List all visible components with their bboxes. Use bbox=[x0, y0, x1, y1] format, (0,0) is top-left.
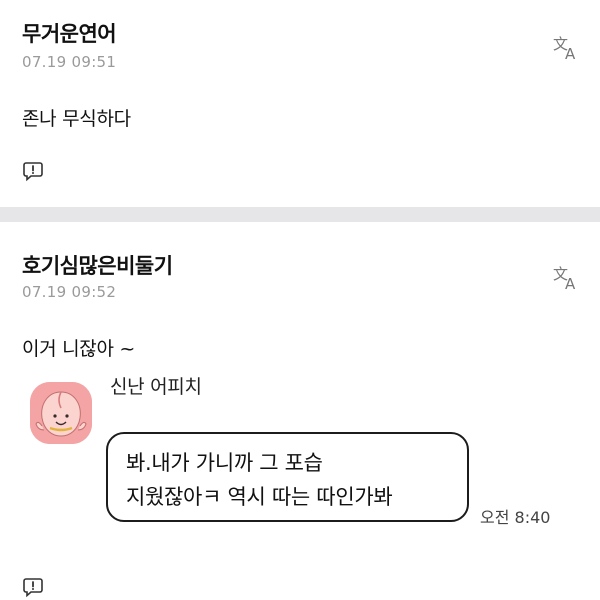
svg-text:A: A bbox=[565, 275, 576, 292]
comment-text: 존나 무식하다 bbox=[22, 108, 131, 130]
chat-time: 오전 8:40 bbox=[480, 508, 551, 527]
translate-icon[interactable]: 文 A bbox=[552, 262, 582, 293]
translate-icon[interactable]: 文 A bbox=[552, 32, 582, 63]
comment-item: 호기심많은비둘기 07.19 09:52 文 A 이거 니잖아 ~ 신난 어피치… bbox=[0, 222, 600, 600]
chat-bubble-line: 봐.내가 가니까 그 포습 bbox=[126, 451, 323, 475]
chat-sender-name: 신난 어피치 bbox=[110, 376, 202, 398]
report-icon[interactable] bbox=[22, 160, 44, 182]
comment-date: 07.19 09:52 bbox=[22, 283, 117, 301]
apeach-avatar-icon bbox=[30, 382, 92, 444]
report-icon[interactable] bbox=[22, 576, 44, 598]
comment-date: 07.19 09:51 bbox=[22, 53, 117, 71]
comment-item: 무거운연어 07.19 09:51 文 A 존나 무식하다 bbox=[0, 0, 600, 207]
chat-capture: 신난 어피치 봐.내가 가니까 그 포습 지웠잖아ㅋ 역시 따는 따인가봐 오전… bbox=[30, 370, 590, 550]
comment-nickname[interactable]: 호기심많은비둘기 bbox=[22, 250, 173, 280]
chat-bubble-line: 지웠잖아ㅋ 역시 따는 따인가봐 bbox=[126, 485, 393, 509]
chat-bubble: 봐.내가 가니까 그 포습 지웠잖아ㅋ 역시 따는 따인가봐 bbox=[106, 432, 469, 522]
comment-text: 이거 니잖아 ~ bbox=[22, 338, 135, 360]
comment-nickname[interactable]: 무거운연어 bbox=[22, 18, 117, 48]
comment-divider bbox=[0, 207, 600, 222]
svg-text:A: A bbox=[565, 45, 576, 62]
